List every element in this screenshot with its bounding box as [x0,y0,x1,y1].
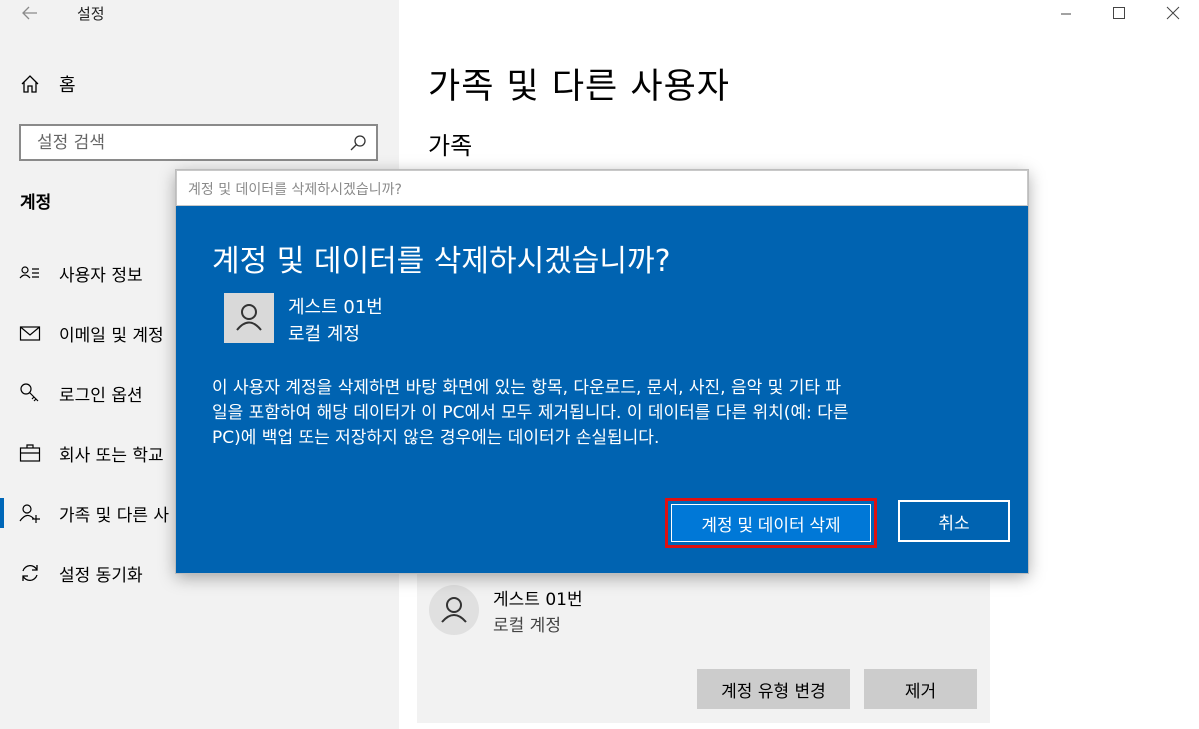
dialog-body-line: 일을 포함하여 해당 데이터가 이 PC에서 모두 제거됩니다. 이 데이터를 … [212,403,849,423]
app-title: 설정 [77,5,105,23]
page-title: 가족 및 다른 사용자 [428,67,730,107]
user-card[interactable]: 게스트 01번 로컬 계정 계정 유형 변경 제거 [417,571,990,723]
sidebar-item-label: 설정 동기화 [59,565,143,586]
delete-account-data-label: 계정 및 데이터 삭제 [671,504,871,542]
avatar [429,585,479,635]
sync-icon [22,565,38,581]
person-icon [441,597,467,623]
key-icon [20,383,39,402]
sidebar-item-label: 가족 및 다른 사 [59,505,170,526]
section-heading: 가족 [428,132,473,160]
minimize-icon[interactable] [1043,0,1089,28]
section-title: 계정 [20,193,52,213]
search-icon[interactable] [349,134,367,152]
dialog-window-title: 계정 및 데이터를 삭제하시겠습니까? [188,182,402,198]
user-info-icon [19,266,39,279]
back-arrow-icon[interactable] [20,3,40,23]
sidebar-item-label: 이메일 및 계정 [59,325,164,346]
mail-icon [19,326,41,341]
remove-button[interactable]: 제거 [864,669,977,709]
search-input[interactable] [35,131,339,155]
add-user-icon [19,504,40,523]
person-icon [236,304,262,331]
delete-account-data-button[interactable]: 계정 및 데이터 삭제 [665,498,877,548]
dialog-avatar [224,293,274,343]
maximize-icon[interactable] [1096,0,1142,28]
dialog-body: 이 사용자 계정을 삭제하면 바탕 화면에 있는 항목, 다운로드, 문서, 사… [212,376,972,451]
briefcase-icon [19,444,41,462]
sidebar-item-label: 사용자 정보 [59,265,143,286]
dialog-body-line: PC)에 백업 또는 저장하지 않은 경우에는 데이터가 손실됩니다. [212,428,660,448]
sidebar-item-label: 로그인 옵션 [59,385,143,406]
sidebar-item-label: 회사 또는 학교 [59,445,164,466]
user-type: 로컬 계정 [493,616,561,636]
home-label: 홈 [59,75,76,96]
home-icon [21,75,39,93]
search-box[interactable] [19,124,378,161]
delete-account-dialog: 계정 및 데이터를 삭제하시겠습니까? 계정 및 데이터를 삭제하시겠습니까? … [176,170,1028,573]
dialog-user-name: 게스트 01번 [288,297,383,318]
cancel-button[interactable]: 취소 [898,500,1010,542]
dialog-heading: 계정 및 데이터를 삭제하시겠습니까? [212,244,671,279]
change-account-type-button[interactable]: 계정 유형 변경 [697,669,850,709]
close-icon[interactable] [1150,0,1196,28]
sidebar-item-home[interactable]: 홈 [20,71,76,97]
dialog-body-line: 이 사용자 계정을 삭제하면 바탕 화면에 있는 항목, 다운로드, 문서, 사… [212,378,842,398]
dialog-titlebar: 계정 및 데이터를 삭제하시겠습니까? [176,170,1028,206]
dialog-user-type: 로컬 계정 [288,324,360,345]
user-name: 게스트 01번 [493,590,583,610]
